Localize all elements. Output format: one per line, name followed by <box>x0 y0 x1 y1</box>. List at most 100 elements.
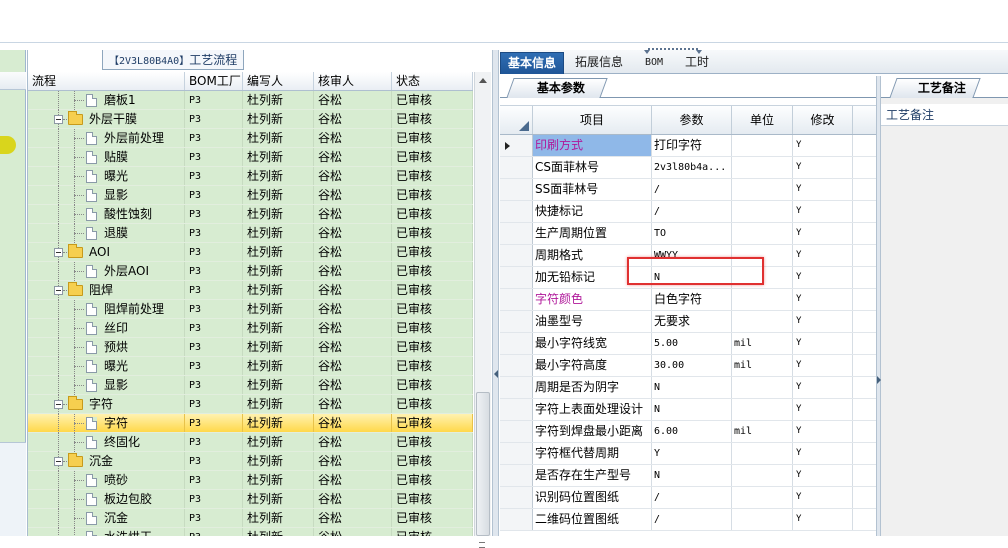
select-all-corner-icon[interactable] <box>500 106 533 134</box>
param-modify-flag[interactable]: Y <box>793 245 853 266</box>
param-unit[interactable] <box>732 311 793 332</box>
row-header[interactable] <box>500 157 533 178</box>
param-modify-flag[interactable]: Y <box>793 443 853 464</box>
tree-row[interactable]: 显影 P3 杜列新 谷松 已审核 <box>28 376 473 395</box>
param-row[interactable]: SS面菲林号 / Y <box>500 179 876 201</box>
param-modify-flag[interactable]: Y <box>793 135 853 156</box>
param-item[interactable]: 二维码位置图纸 <box>533 509 652 530</box>
col-header-modify[interactable]: 修改 <box>793 106 853 134</box>
tree-row[interactable]: 外层AOI P3 杜列新 谷松 已审核 <box>28 262 473 281</box>
param-unit[interactable] <box>732 289 793 310</box>
param-row[interactable]: 是否存在生产型号 N Y <box>500 465 876 487</box>
param-modify-flag[interactable]: Y <box>793 487 853 508</box>
tree-row[interactable]: 阻焊 P3 杜列新 谷松 已审核 <box>28 281 473 300</box>
param-modify-flag[interactable]: Y <box>793 421 853 442</box>
param-unit[interactable]: mil <box>732 421 793 442</box>
param-unit[interactable] <box>732 135 793 156</box>
param-value[interactable]: N <box>652 377 732 398</box>
tree-row[interactable]: 曝光 P3 杜列新 谷松 已审核 <box>28 167 473 186</box>
collapse-toggle-icon[interactable] <box>54 248 63 257</box>
param-modify-flag[interactable]: Y <box>793 201 853 222</box>
param-value[interactable]: / <box>652 487 732 508</box>
param-item[interactable]: 快捷标记 <box>533 201 652 222</box>
param-unit[interactable] <box>732 487 793 508</box>
tree-row[interactable]: 贴膜 P3 杜列新 谷松 已审核 <box>28 148 473 167</box>
param-item[interactable]: 生产周期位置 <box>533 223 652 244</box>
param-item[interactable]: 字符颜色 <box>533 289 652 310</box>
param-value[interactable]: 白色字符 <box>652 289 732 310</box>
collapse-toggle-icon[interactable] <box>54 457 63 466</box>
param-value[interactable]: 30.00 <box>652 355 732 376</box>
param-item[interactable]: 字符上表面处理设计 <box>533 399 652 420</box>
param-unit[interactable] <box>732 179 793 200</box>
param-row[interactable]: 印刷方式 打印字符 Y <box>500 135 876 157</box>
row-header[interactable] <box>500 223 533 244</box>
param-item[interactable]: CS面菲林号 <box>533 157 652 178</box>
tab-work-hours[interactable]: 工时 <box>678 52 716 74</box>
param-modify-flag[interactable]: Y <box>793 223 853 244</box>
tab-extended-info[interactable]: 拓展信息 <box>568 52 630 74</box>
collapse-left-icon[interactable] <box>494 370 498 378</box>
param-row[interactable]: 二维码位置图纸 / Y <box>500 509 876 531</box>
tree-row[interactable]: 终固化 P3 杜列新 谷松 已审核 <box>28 433 473 452</box>
tree-row[interactable]: 丝印 P3 杜列新 谷松 已审核 <box>28 319 473 338</box>
collapse-toggle-icon[interactable] <box>54 286 63 295</box>
process-panel-title[interactable]: 【2V3L80B4A0】工艺流程 <box>102 50 245 70</box>
row-header[interactable] <box>500 355 533 376</box>
param-unit[interactable] <box>732 465 793 486</box>
tree-row[interactable]: 喷砂 P3 杜列新 谷松 已审核 <box>28 471 473 490</box>
row-header[interactable] <box>500 245 533 266</box>
param-value[interactable]: 5.00 <box>652 333 732 354</box>
current-row-indicator-icon[interactable] <box>500 135 533 156</box>
col-header-bom-factory[interactable]: BOM工厂 <box>185 72 243 90</box>
param-unit[interactable] <box>732 509 793 530</box>
tree-row[interactable]: 酸性蚀刻 P3 杜列新 谷松 已审核 <box>28 205 473 224</box>
param-row[interactable]: 最小字符高度 30.00 mil Y <box>500 355 876 377</box>
row-header[interactable] <box>500 377 533 398</box>
param-modify-flag[interactable]: Y <box>793 509 853 530</box>
tree-row[interactable]: 阻焊前处理 P3 杜列新 谷松 已审核 <box>28 300 473 319</box>
tree-row[interactable]: 退膜 P3 杜列新 谷松 已审核 <box>28 224 473 243</box>
param-item[interactable]: 字符到焊盘最小距离 <box>533 421 652 442</box>
row-header[interactable] <box>500 487 533 508</box>
param-row[interactable]: 油墨型号 无要求 Y <box>500 311 876 333</box>
param-modify-flag[interactable]: Y <box>793 267 853 288</box>
param-modify-flag[interactable]: Y <box>793 157 853 178</box>
param-item[interactable]: 印刷方式 <box>533 135 652 156</box>
param-row[interactable]: 字符到焊盘最小距离 6.00 mil Y <box>500 421 876 443</box>
row-header[interactable] <box>500 399 533 420</box>
param-modify-flag[interactable]: Y <box>793 333 853 354</box>
param-value[interactable]: / <box>652 179 732 200</box>
tab-basic-info[interactable]: 基本信息 <box>500 52 565 74</box>
param-unit[interactable]: mil <box>732 355 793 376</box>
param-value[interactable]: 6.00 <box>652 421 732 442</box>
row-header[interactable] <box>500 179 533 200</box>
scroll-up-icon[interactable] <box>479 78 487 83</box>
param-item[interactable]: 油墨型号 <box>533 311 652 332</box>
row-header[interactable] <box>500 267 533 288</box>
tree-row[interactable]: AOI P3 杜列新 谷松 已审核 <box>28 243 473 262</box>
param-item[interactable]: 最小字符线宽 <box>533 333 652 354</box>
param-unit[interactable] <box>732 201 793 222</box>
param-value[interactable]: 2v3l80b4a... <box>652 157 732 178</box>
tree-row[interactable]: 外层干膜 P3 杜列新 谷松 已审核 <box>28 110 473 129</box>
param-unit[interactable] <box>732 399 793 420</box>
param-row[interactable]: 识别码位置图纸 / Y <box>500 487 876 509</box>
tree-row[interactable]: 字符 P3 杜列新 谷松 已审核 <box>28 395 473 414</box>
tree-row[interactable]: 预烘 P3 杜列新 谷松 已审核 <box>28 338 473 357</box>
col-header-param[interactable]: 参数 <box>652 106 732 134</box>
param-modify-flag[interactable]: Y <box>793 399 853 420</box>
param-row[interactable]: 字符框代替周期 Y Y <box>500 443 876 465</box>
row-header[interactable] <box>500 465 533 486</box>
row-header[interactable] <box>500 509 533 530</box>
drag-handle-icon[interactable] <box>644 48 702 54</box>
param-value[interactable]: 无要求 <box>652 311 732 332</box>
tree-row[interactable]: 外层前处理 P3 杜列新 谷松 已审核 <box>28 129 473 148</box>
param-value[interactable]: 打印字符 <box>652 135 732 156</box>
param-modify-flag[interactable]: Y <box>793 311 853 332</box>
param-value[interactable]: TO <box>652 223 732 244</box>
param-item[interactable]: 最小字符高度 <box>533 355 652 376</box>
row-header[interactable] <box>500 333 533 354</box>
tree-scrollbar[interactable] <box>474 72 491 548</box>
col-header-item[interactable]: 项目 <box>533 106 652 134</box>
